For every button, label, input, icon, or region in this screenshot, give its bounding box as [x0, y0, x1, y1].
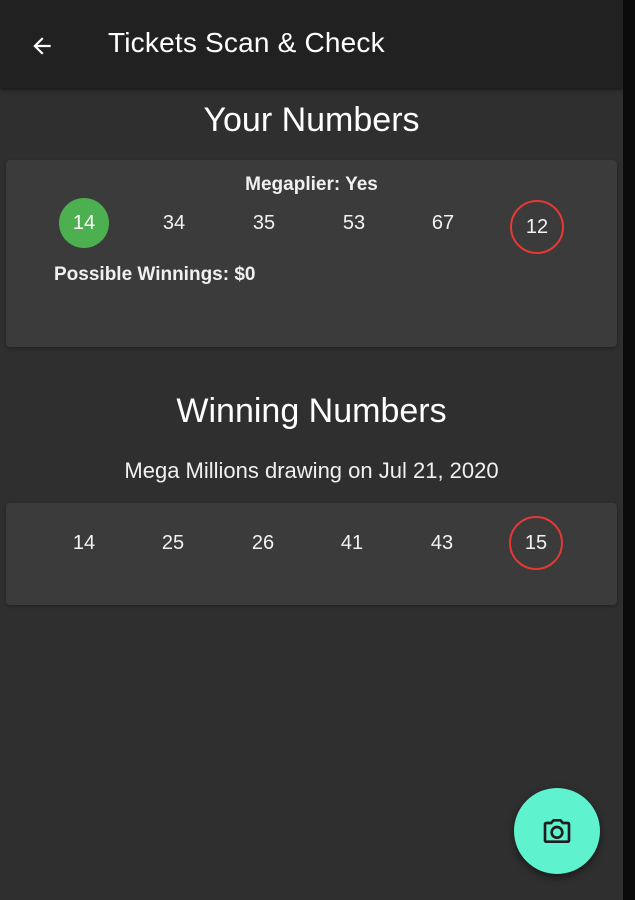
back-button[interactable] [22, 26, 62, 66]
your-number-ball-1: 14 [59, 198, 109, 248]
your-number-ball-5: 67 [431, 211, 455, 234]
scan-ticket-button[interactable] [514, 788, 600, 874]
winning-number-ball-4: 41 [340, 531, 364, 554]
possible-winnings: Possible Winnings: $0 [54, 264, 256, 285]
winning-megaball: 15 [509, 516, 563, 570]
your-number-ball-2: 34 [162, 211, 186, 234]
your-megaball: 12 [510, 200, 564, 254]
winning-numbers-title: Winning Numbers [176, 392, 447, 430]
app-bar-title: Tickets Scan & Check [108, 27, 385, 58]
your-number-ball-3: 35 [252, 211, 276, 234]
app-bar: Tickets Scan & Check [0, 0, 623, 88]
winning-number-ball-5: 43 [430, 531, 454, 554]
arrow-left-icon [33, 37, 51, 55]
megaplier-label: Megaplier: Yes [245, 174, 378, 195]
your-numbers-title: Your Numbers [203, 101, 420, 139]
winning-number-ball-3: 26 [251, 531, 275, 554]
your-numbers-card: Megaplier: Yes 14 34 35 53 67 12 Possibl… [6, 160, 617, 347]
winning-numbers-card: 14 25 26 41 43 15 [6, 503, 617, 605]
your-number-ball-4: 53 [342, 211, 366, 234]
winning-number-ball-1: 14 [72, 531, 96, 554]
camera-icon [543, 819, 571, 843]
winning-number-ball-2: 25 [161, 531, 185, 554]
screen: Tickets Scan & Check Your Numbers Megapl… [0, 0, 623, 900]
drawing-info: Mega Millions drawing on Jul 21, 2020 [124, 458, 499, 483]
